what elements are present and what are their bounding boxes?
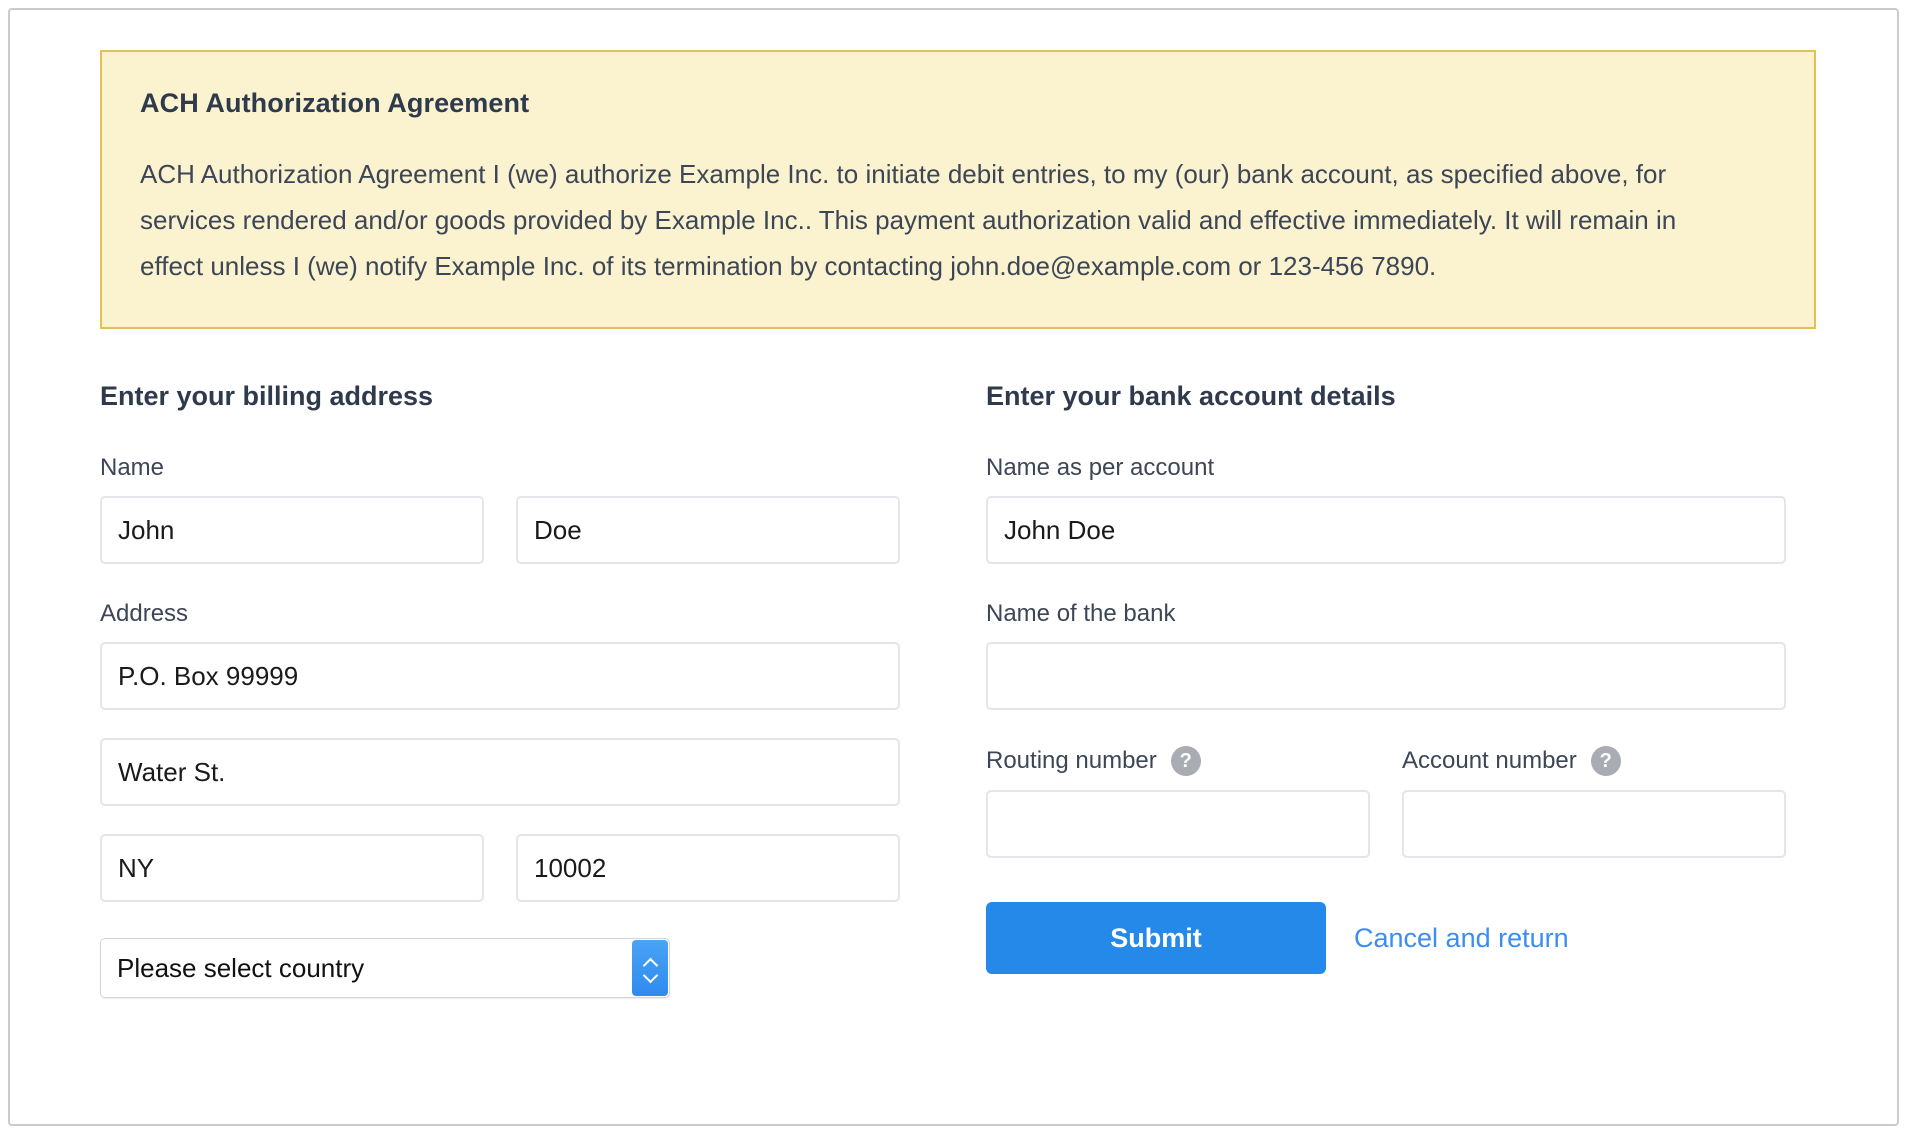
notice-body: ACH Authorization Agreement I (we) autho… bbox=[140, 159, 1677, 281]
account-number-group: Account number ? bbox=[1402, 746, 1786, 858]
address-line2-input[interactable] bbox=[100, 738, 900, 806]
routing-number-label: Routing number bbox=[986, 747, 1157, 774]
bank-name-label: Name of the bank bbox=[986, 600, 1176, 627]
name-row bbox=[100, 496, 900, 564]
page-content: ACH Authorization Agreement ACH Authoriz… bbox=[100, 50, 1816, 998]
notice-title: ACH Authorization Agreement bbox=[140, 88, 530, 118]
page-frame: ACH Authorization Agreement ACH Authoriz… bbox=[8, 8, 1899, 1126]
bank-details-section: Enter your bank account details Name as … bbox=[986, 381, 1786, 998]
zip-input[interactable] bbox=[516, 834, 900, 902]
account-name-label: Name as per account bbox=[986, 454, 1215, 481]
form-actions: Submit Cancel and return bbox=[986, 902, 1786, 974]
country-select[interactable]: Please select country bbox=[100, 938, 670, 998]
routing-account-labels-row: Routing number ? Account number ? bbox=[986, 746, 1786, 858]
bank-details-heading: Enter your bank account details bbox=[986, 381, 1396, 411]
country-select-box[interactable]: Please select country bbox=[100, 938, 670, 998]
first-name-input[interactable] bbox=[100, 496, 484, 564]
country-select-value: Please select country bbox=[117, 952, 365, 983]
billing-address-section: Enter your billing address Name Address bbox=[100, 381, 900, 998]
billing-address-heading: Enter your billing address bbox=[100, 381, 434, 411]
name-label: Name bbox=[100, 454, 165, 481]
form-columns: Enter your billing address Name Address bbox=[100, 381, 1816, 998]
address-line1-input[interactable] bbox=[100, 642, 900, 710]
account-name-input[interactable] bbox=[986, 496, 1786, 564]
address-label: Address bbox=[100, 600, 189, 627]
account-number-input[interactable] bbox=[1402, 790, 1786, 858]
submit-button[interactable]: Submit bbox=[986, 902, 1326, 974]
bank-name-input[interactable] bbox=[986, 642, 1786, 710]
state-input[interactable] bbox=[100, 834, 484, 902]
account-help-icon[interactable]: ? bbox=[1590, 746, 1621, 776]
city-zip-row bbox=[100, 834, 900, 902]
routing-number-input[interactable] bbox=[986, 790, 1370, 858]
country-select-stepper[interactable] bbox=[632, 940, 668, 996]
routing-number-group: Routing number ? bbox=[986, 746, 1370, 858]
account-number-label: Account number bbox=[1402, 747, 1577, 774]
chevron-down-icon bbox=[643, 970, 657, 979]
cancel-and-return-link[interactable]: Cancel and return bbox=[1354, 923, 1569, 954]
ach-authorization-notice: ACH Authorization Agreement ACH Authoriz… bbox=[100, 50, 1816, 329]
account-number-label-wrap: Account number ? bbox=[1402, 746, 1786, 776]
routing-number-label-wrap: Routing number ? bbox=[986, 746, 1370, 776]
chevron-up-icon bbox=[643, 958, 657, 967]
last-name-input[interactable] bbox=[516, 496, 900, 564]
routing-help-icon[interactable]: ? bbox=[1170, 746, 1201, 776]
